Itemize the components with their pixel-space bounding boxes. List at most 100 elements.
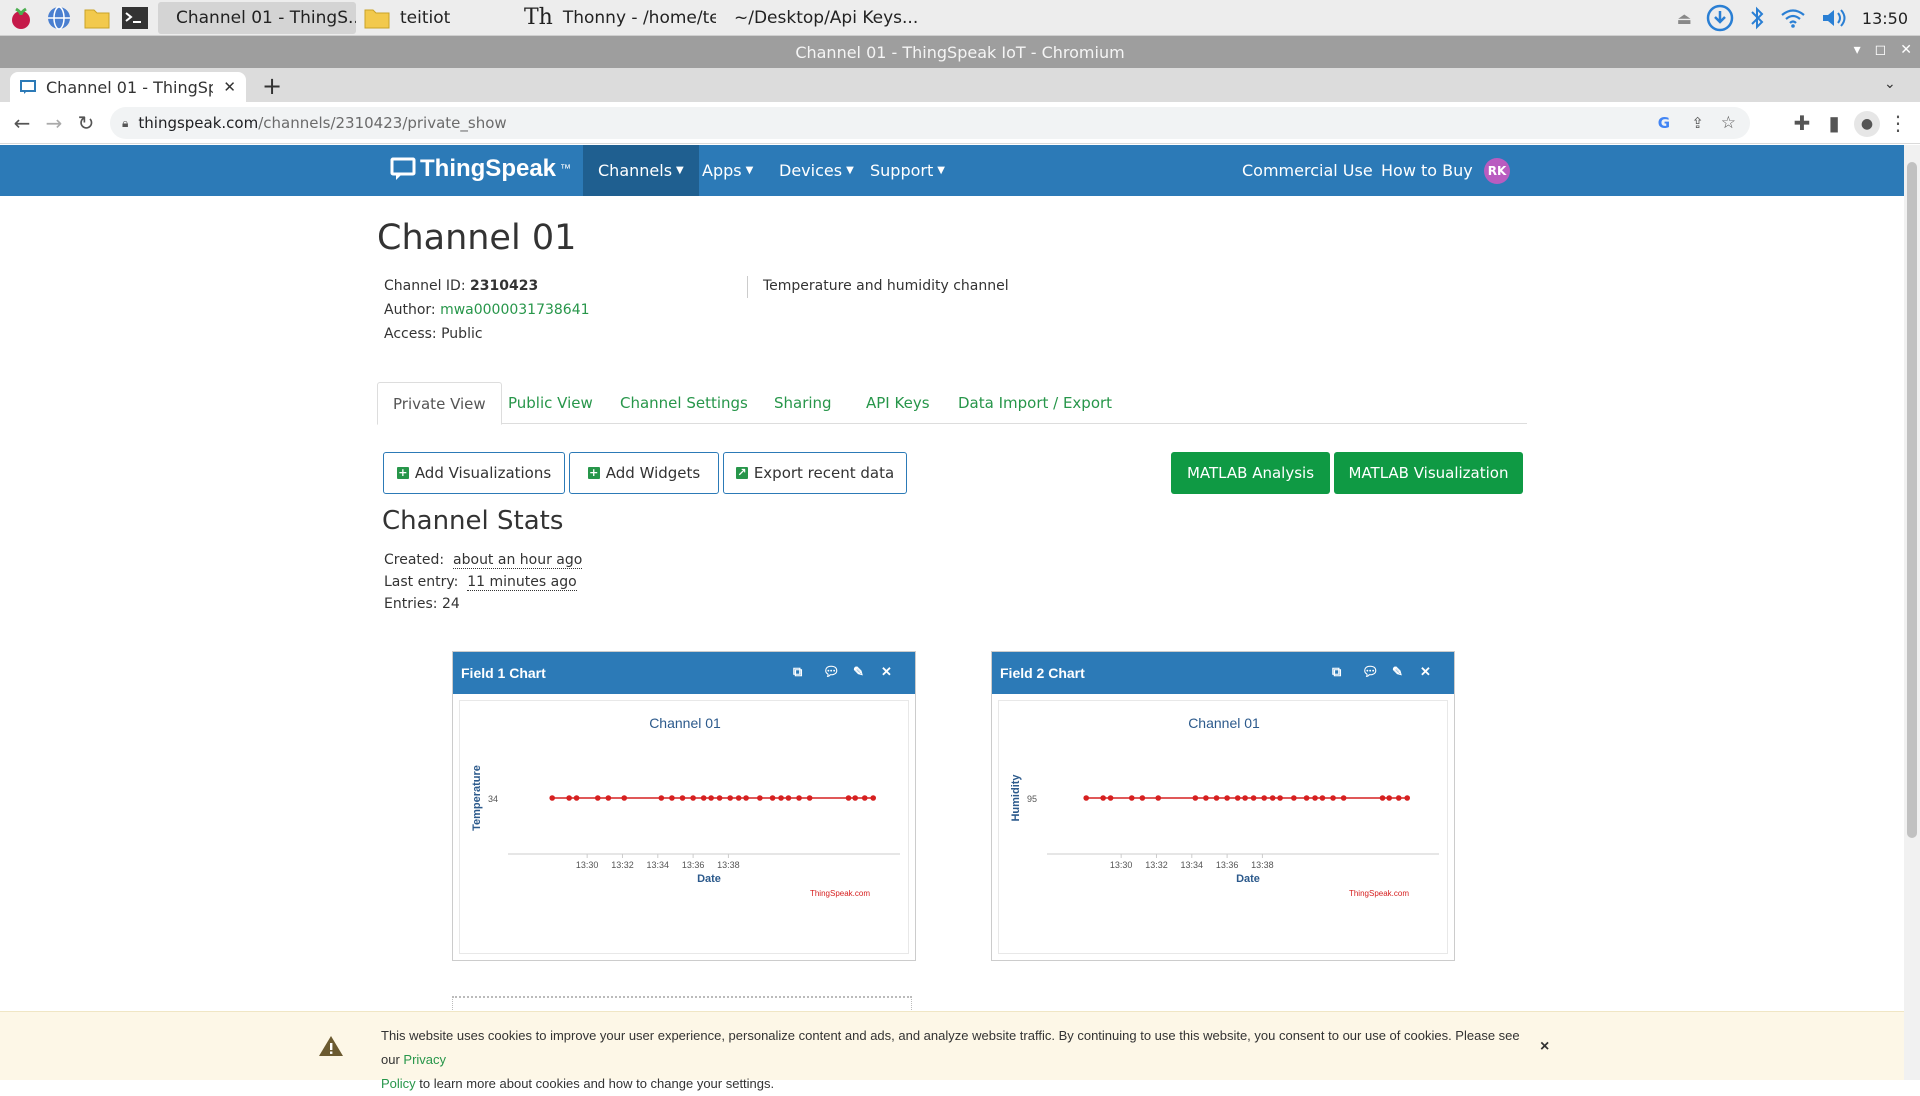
scrollbar-thumb[interactable]	[1907, 162, 1917, 838]
thingspeak-logo[interactable]: ThingSpeak ™	[390, 155, 571, 183]
nav-label: Apps	[702, 161, 742, 180]
nav-support[interactable]: Support ▼	[855, 145, 960, 196]
data-point	[1330, 795, 1336, 801]
tab-channel-settings[interactable]: Channel Settings	[605, 382, 763, 424]
export-icon: ↗	[735, 466, 748, 479]
x-tick-label: 13:38	[1251, 860, 1274, 870]
taskbar-item-chromium[interactable]: Channel 01 - ThingS..	[158, 1, 356, 34]
volume-icon[interactable]	[1820, 6, 1848, 30]
panel-title: Field 1 Chart	[461, 665, 546, 681]
entries-row: Entries: 24	[384, 596, 460, 612]
cookie-text: This website uses cookies to improve you…	[381, 1024, 1521, 1096]
channel-tabs: Private View Public View Channel Setting…	[377, 382, 1527, 425]
reload-icon[interactable]: ↻	[74, 111, 98, 135]
edit-pencil-icon[interactable]: ✎	[853, 664, 864, 680]
close-tab-icon[interactable]: ✕	[223, 78, 236, 96]
extensions-puzzle-icon[interactable]: ✚	[1790, 111, 1814, 135]
new-tab-icon[interactable]: +	[262, 72, 282, 100]
access-row: Access: Public	[384, 326, 483, 342]
cookie-banner: This website uses cookies to improve you…	[0, 1011, 1904, 1091]
close-icon[interactable]: ✕	[1420, 664, 1431, 680]
taskbar-item-thonny[interactable]: Th Thonny - /home/teit..	[516, 2, 716, 34]
data-point	[743, 795, 749, 801]
divider	[747, 276, 748, 298]
x-tick-label: 13:32	[611, 860, 634, 870]
close-window-icon[interactable]: ✕	[1900, 42, 1912, 58]
eject-icon[interactable]: ⏏	[1677, 9, 1692, 28]
nav-how-to-buy[interactable]: How to Buy	[1366, 145, 1488, 196]
matlab-analysis-button[interactable]: MATLAB Analysis	[1171, 452, 1330, 494]
bookmark-star-icon[interactable]: ☆	[1721, 113, 1736, 133]
warning-icon	[319, 1036, 343, 1056]
nav-channels[interactable]: Channels ▼	[583, 145, 699, 196]
add-visualizations-button[interactable]: + Add Visualizations	[383, 452, 565, 494]
tab-label: Channel Settings	[620, 394, 748, 412]
open-external-icon[interactable]: ⧉	[1332, 664, 1341, 680]
edit-pencil-icon[interactable]: ✎	[1392, 664, 1403, 680]
file-manager-launcher-icon[interactable]	[80, 3, 114, 33]
last-entry-label: Last entry:	[384, 574, 459, 590]
tab-search-chevron-down-icon[interactable]: ⌄	[1884, 76, 1896, 92]
user-avatar[interactable]: RK	[1484, 158, 1510, 184]
data-point	[1107, 795, 1114, 801]
nav-commercial-use[interactable]: Commercial Use	[1227, 145, 1388, 196]
side-panel-icon[interactable]: ▮	[1822, 111, 1846, 135]
web-browser-launcher-icon[interactable]	[42, 3, 76, 33]
page-title: Channel 01	[377, 218, 577, 258]
close-icon[interactable]: ✕	[881, 664, 892, 680]
tab-private-view[interactable]: Private View	[377, 382, 502, 425]
created-value: about an hour ago	[453, 552, 583, 569]
browser-tab[interactable]: Channel 01 - ThingSpeak ✕	[10, 72, 246, 102]
data-point	[1213, 795, 1220, 801]
address-bar[interactable]: 🔒︎ thingspeak.com/channels/2310423/priva…	[110, 107, 1750, 139]
minimize-icon[interactable]: ▾	[1854, 42, 1861, 58]
lock-icon[interactable]: 🔒︎	[122, 116, 128, 131]
export-recent-data-button[interactable]: ↗ Export recent data	[723, 452, 907, 494]
google-icon[interactable]: G	[1658, 114, 1670, 132]
data-point	[1224, 795, 1230, 801]
tab-data-import-export[interactable]: Data Import / Export	[943, 382, 1127, 424]
nav-apps[interactable]: Apps ▼	[687, 145, 768, 196]
data-point	[1250, 795, 1257, 801]
data-point	[1277, 795, 1283, 801]
nav-devices[interactable]: Devices ▼	[764, 145, 869, 196]
tab-api-keys[interactable]: API Keys	[851, 382, 945, 424]
wifi-icon[interactable]	[1780, 6, 1806, 30]
taskbar-item-label: Channel 01 - ThingS..	[176, 7, 356, 28]
browser-tab-title: Channel 01 - ThingSpeak	[46, 77, 214, 97]
x-axis-label: Date	[697, 873, 721, 885]
comment-icon[interactable]: 💬︎	[823, 664, 840, 680]
author-row: Author: mwa0000031738641	[384, 302, 590, 318]
add-widgets-button[interactable]: + Add Widgets	[569, 452, 719, 494]
comment-icon[interactable]: 💬︎	[1362, 664, 1379, 680]
data-point	[806, 795, 813, 801]
data-point	[861, 795, 868, 801]
raspberry-menu-icon[interactable]	[4, 3, 38, 33]
bluetooth-icon[interactable]	[1748, 5, 1766, 31]
tab-public-view[interactable]: Public View	[493, 382, 608, 424]
forward-arrow-icon[interactable]: →	[42, 111, 66, 135]
data-point	[700, 795, 707, 801]
browser-menu-icon[interactable]: ⋮	[1886, 111, 1910, 135]
taskbar-item-teitiot[interactable]: teitiot	[356, 2, 516, 34]
privacy-policy-link[interactable]: Policy	[381, 1076, 416, 1091]
tab-sharing[interactable]: Sharing	[759, 382, 847, 424]
nav-label: Support	[870, 161, 934, 180]
back-arrow-icon[interactable]: ←	[10, 111, 34, 135]
download-icon[interactable]	[1706, 4, 1734, 32]
data-point	[708, 795, 714, 801]
data-point	[1303, 795, 1310, 801]
maximize-icon[interactable]: ◻	[1875, 42, 1887, 58]
data-point	[1291, 795, 1297, 801]
share-icon[interactable]: ⇪	[1691, 114, 1704, 132]
profile-icon[interactable]: ●	[1854, 111, 1880, 137]
field-2-chart-panel: Field 2 Chart ⧉ 💬︎ ✎ ✕ Channel 01 Humidit…	[991, 651, 1455, 961]
terminal-launcher-icon[interactable]	[118, 3, 152, 33]
author-link[interactable]: mwa0000031738641	[440, 302, 589, 318]
open-external-icon[interactable]: ⧉	[793, 664, 802, 680]
close-cookie-banner-icon[interactable]: ×	[1540, 1038, 1549, 1056]
taskbar-item-text-editor[interactable]: ~/Desktop/Api Keys...	[716, 2, 926, 34]
privacy-policy-link[interactable]: Privacy	[403, 1052, 446, 1067]
matlab-visualization-button[interactable]: MATLAB Visualization	[1334, 452, 1523, 494]
button-label: Add Widgets	[605, 464, 701, 482]
